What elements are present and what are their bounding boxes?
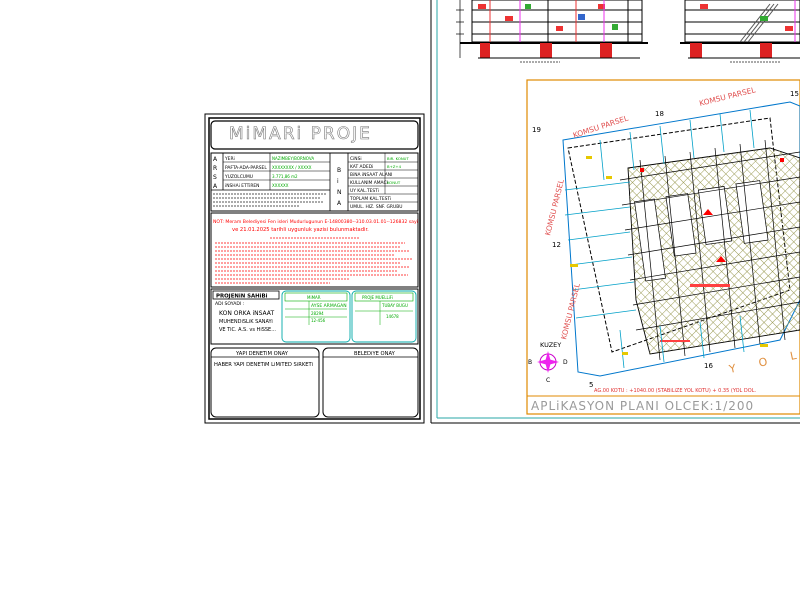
info-value: XXXXXXXX / XXXXX [272, 165, 312, 170]
company-line: KON ORKA iNSAAT [219, 310, 274, 317]
corner-number: 19 [532, 126, 541, 134]
bina-label: TOPLAM KAL.TESTi [349, 196, 391, 202]
author-value: 14678 [386, 314, 399, 319]
cad-drawing-canvas: MiMARi PROJE A R S A YERi NAZIMBEY/BORNO… [204, 0, 800, 424]
bina-value: KONUT [387, 180, 401, 185]
parcel-label-top-right: KOMSU PARSEL [698, 85, 757, 108]
bina-label: CiNSi [350, 156, 362, 162]
corner-number: 18 [655, 110, 664, 118]
bina-value: B+Z+4 [387, 164, 402, 169]
road-label: Y O L [727, 347, 800, 376]
bina-value: BiR. KONUT [387, 156, 409, 161]
side-letter: R [213, 165, 217, 172]
name-label: ADI SOYADI : [215, 301, 245, 307]
info-label: iNSHAi ETTiREN [225, 183, 259, 189]
info-value: NAZIMBEY/BORNOVA [272, 156, 314, 161]
info-label: PAFTA-ADA-PARSEL [225, 165, 267, 171]
corner-number: 16 [704, 362, 713, 370]
corner-number: 15 [790, 90, 799, 98]
note-line-2: ve 21.01.2025 tarihli uygunluk yazisi bu… [232, 227, 369, 233]
site-plan: KOMSU PARSEL KOMSU PARSEL KOMSU PARSEL K… [526, 79, 800, 415]
side-letter: S [213, 174, 217, 181]
compass-letter: D [563, 359, 568, 366]
compass-letter: B [528, 359, 532, 366]
info-value: XXXXXX [272, 183, 289, 188]
author-header: PROJE MUELLiFi [362, 295, 393, 300]
parcel-label-top-left: KOMSU PARSEL [572, 113, 630, 140]
parcel-label-left-lower: KOMSU PARSEL [559, 282, 582, 341]
info-label: YUZOLCUMU [224, 174, 253, 180]
compass-letter: C [546, 377, 550, 384]
engineer-value: 28294 [311, 311, 324, 316]
bina-letter: B [337, 167, 341, 174]
bina-label: UY KAL.TESTi [350, 188, 379, 194]
elevation-drawing-1 [456, 0, 648, 63]
engineer-name: AYSE ARMAGAN [311, 303, 347, 309]
level-note: AG.00 KOTU : +1040.00 (STABiLiZE YOL KOT… [594, 388, 757, 394]
corner-number: 5 [589, 381, 593, 389]
bina-label: KULLANIM AMACI [350, 180, 388, 186]
sheet-heading: MiMARi PROJE [229, 124, 372, 144]
note-line-1: NOT: Meram Belediyesi Fen isleri Mudurlu… [213, 219, 418, 225]
belediye-label: BELEDiYE ONAY [354, 351, 396, 357]
corner-number: 12 [552, 241, 561, 249]
company-line: MUHENDiSLiK SANAYi [219, 319, 273, 325]
bina-label: KAT ADEDi [350, 164, 373, 170]
engineer-value: 12-456 [311, 318, 326, 323]
info-value: 3.771,86 m2 [272, 174, 298, 179]
owner-label: PROJENiN SAHiBi [216, 294, 268, 300]
bina-letter: N [337, 189, 342, 196]
north-label: KUZEY [540, 341, 561, 349]
title-sheet: MiMARi PROJE A R S A YERi NAZIMBEY/BORNO… [204, 113, 425, 424]
north-arrow: KUZEY B D C [528, 341, 568, 384]
company-line: VE TiC. A.S. vs HiSSE... [219, 327, 276, 333]
bina-label: UMUL. HIZ. SNF. GRUBU [350, 204, 402, 210]
engineer-header: MiMAR [307, 295, 321, 300]
firm-name: HABER YAPI DENETiM LiMiTED SiRKETi [214, 362, 313, 368]
info-label: YERi [224, 156, 235, 162]
plan-title: APLiKASYON PLANI OLCEK:1/200 [531, 399, 754, 413]
author-value: TUBAY BUGU [381, 303, 408, 308]
bina-label: BiNA iNSAAT ALANI [350, 172, 392, 178]
elevation-drawing-2 [680, 0, 800, 63]
parcel-label-left-upper: KOMSU PARSEL [543, 178, 566, 237]
yapi-denetim-label: YAPI DENETiM ONAY [235, 351, 289, 357]
